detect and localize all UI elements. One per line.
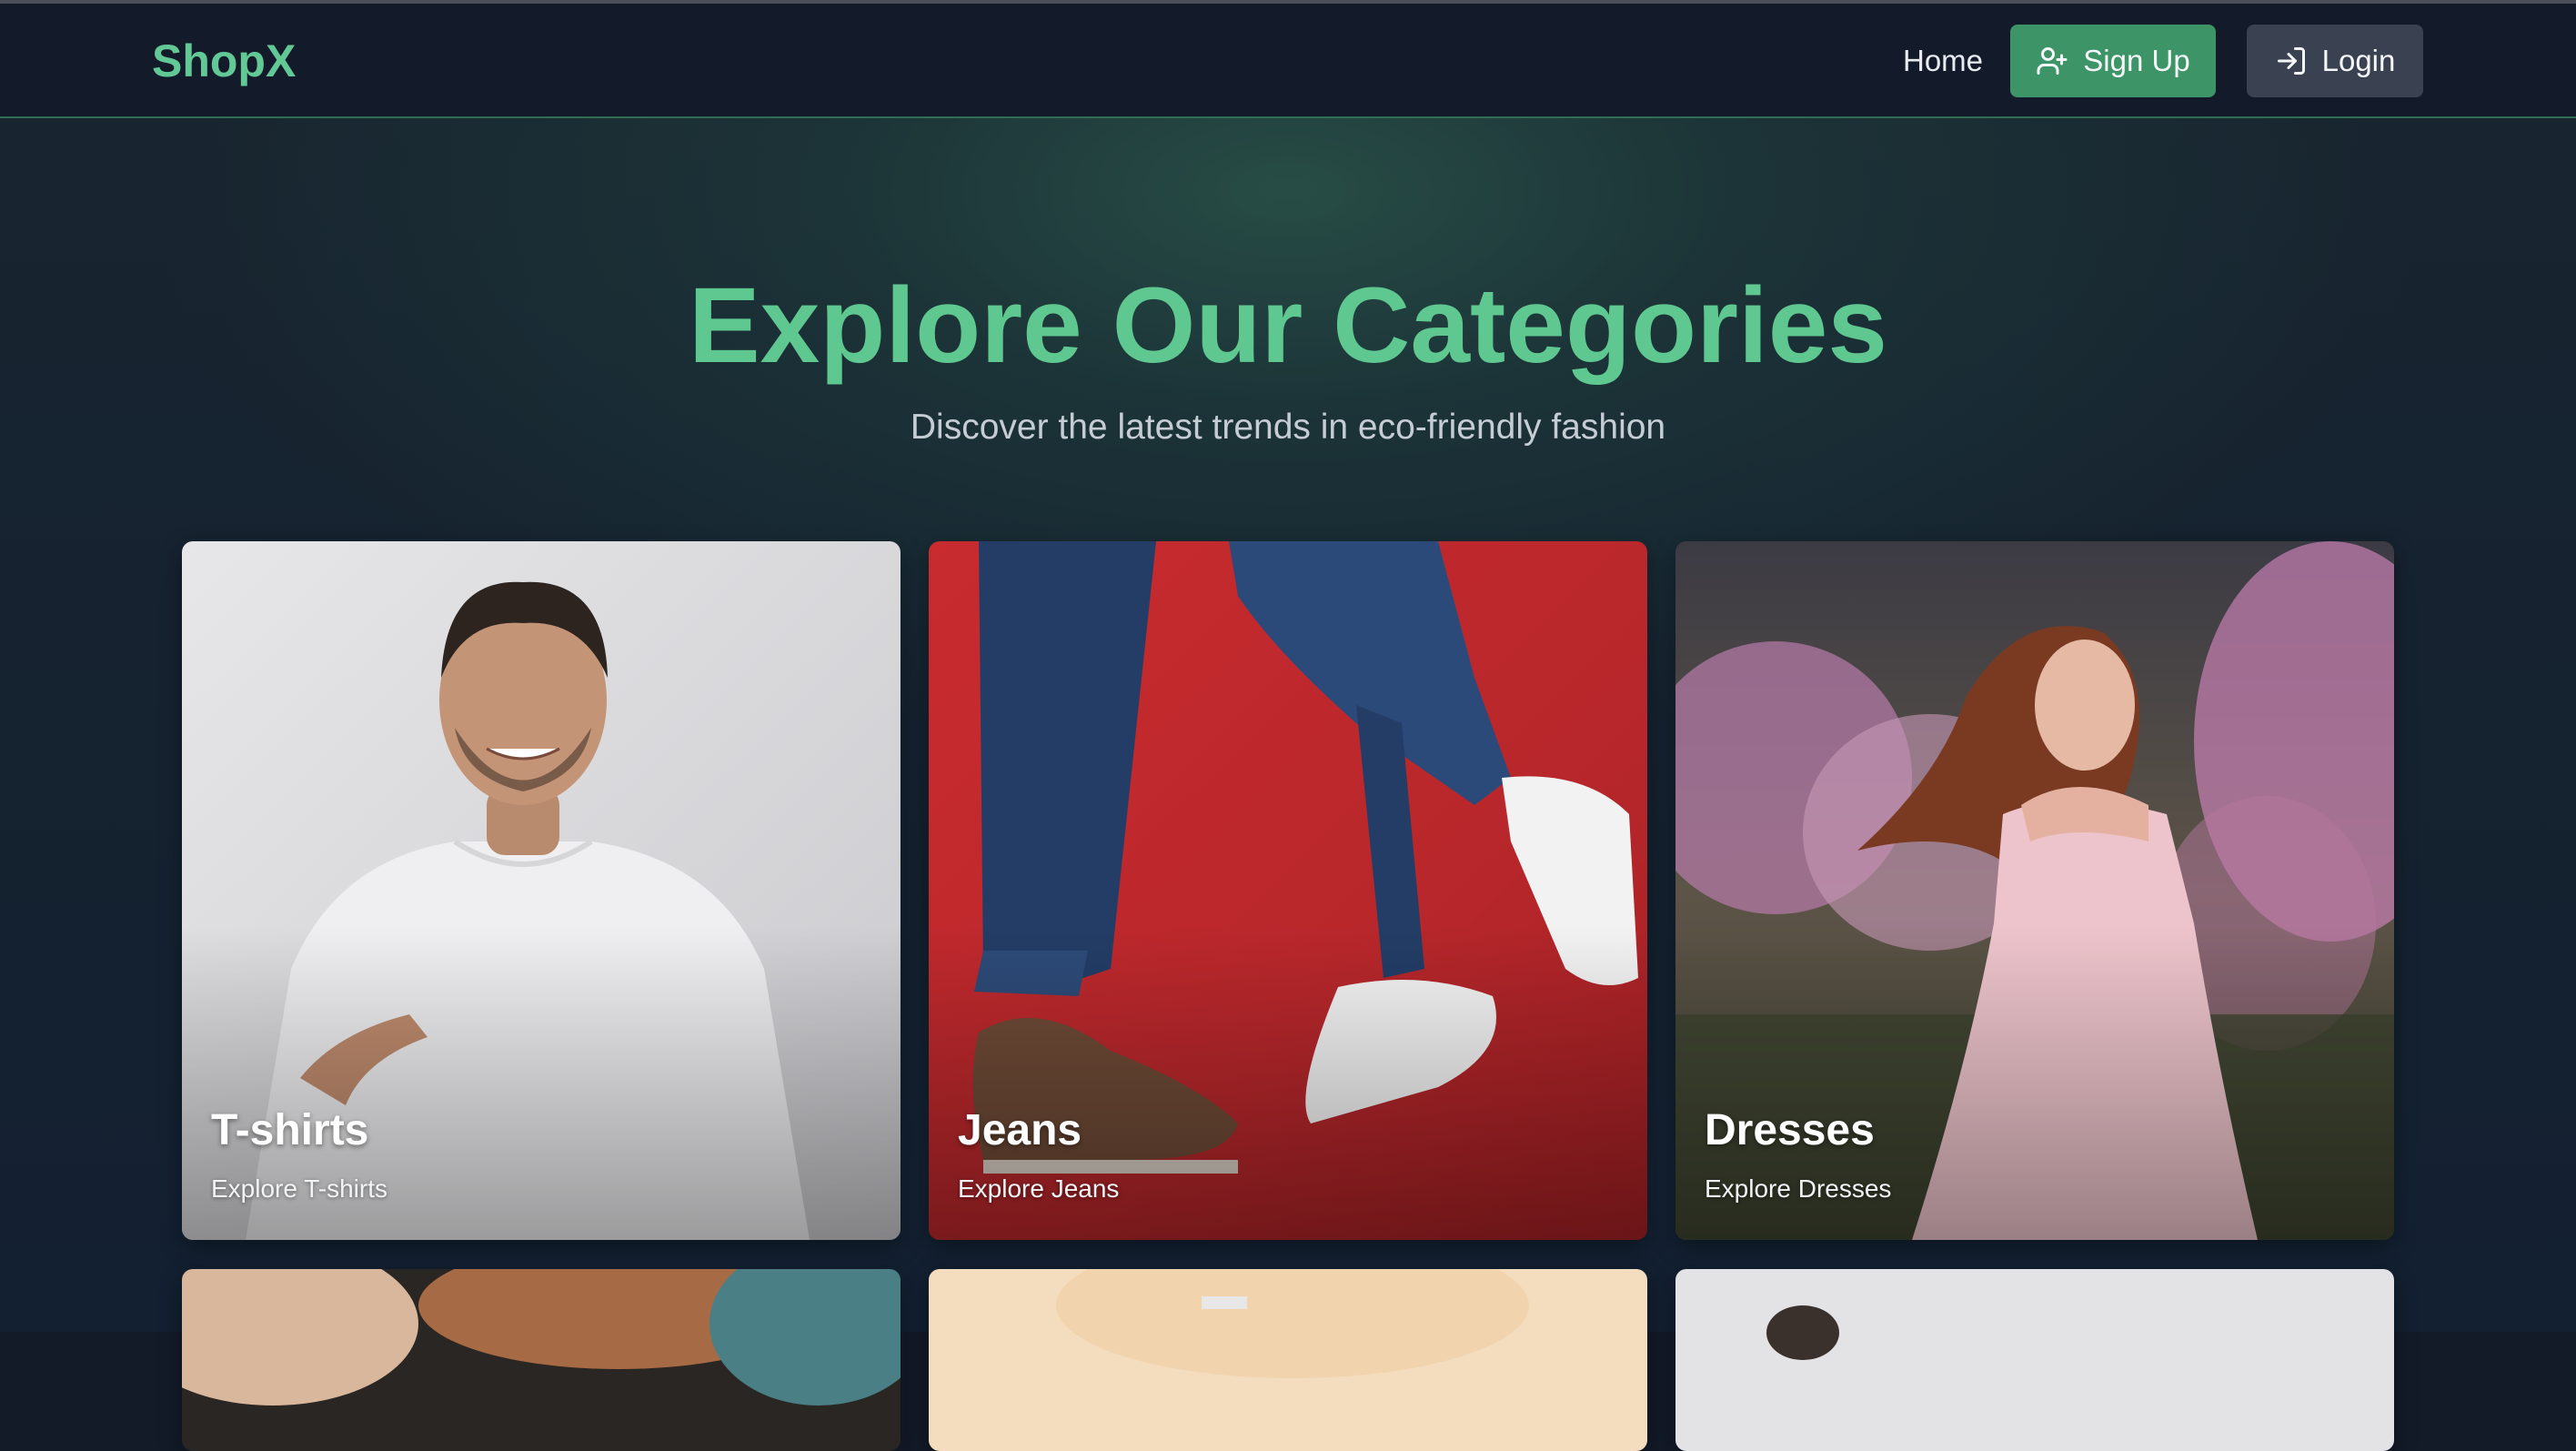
- category-photo-5: [929, 1269, 1647, 1451]
- category-card-dresses[interactable]: Dresses Explore Dresses: [1675, 541, 2394, 1240]
- user-plus-icon: [2036, 45, 2068, 77]
- category-card-6[interactable]: [1675, 1269, 2394, 1451]
- category-title: Dresses: [1705, 1106, 1875, 1154]
- category-photo-4: [182, 1269, 901, 1451]
- login-label: Login: [2321, 44, 2396, 77]
- nav-link-home[interactable]: Home: [1903, 44, 1983, 78]
- category-card-5[interactable]: [929, 1269, 1647, 1451]
- category-subtitle: Explore T-shirts: [211, 1174, 387, 1203]
- category-card-4[interactable]: [182, 1269, 901, 1451]
- page-subtitle: Discover the latest trends in eco-friend…: [910, 408, 1666, 447]
- page-title: Explore Our Categories: [688, 266, 1888, 386]
- login-button[interactable]: Login: [2247, 25, 2423, 97]
- category-title: T-shirts: [211, 1106, 369, 1154]
- category-photo-6: [1675, 1269, 2394, 1451]
- brand-logo[interactable]: ShopX: [152, 35, 296, 87]
- navbar: ShopX Home Sign Up Login: [0, 4, 2576, 118]
- signup-label: Sign Up: [2083, 44, 2190, 77]
- category-subtitle: Explore Jeans: [958, 1174, 1120, 1203]
- category-card-jeans[interactable]: Jeans Explore Jeans: [929, 541, 1647, 1240]
- category-subtitle: Explore Dresses: [1705, 1174, 1892, 1203]
- category-title: Jeans: [958, 1106, 1082, 1154]
- category-card-tshirts[interactable]: T-shirts Explore T-shirts: [182, 541, 901, 1240]
- log-in-icon: [2275, 45, 2308, 77]
- signup-button[interactable]: Sign Up: [2010, 25, 2216, 97]
